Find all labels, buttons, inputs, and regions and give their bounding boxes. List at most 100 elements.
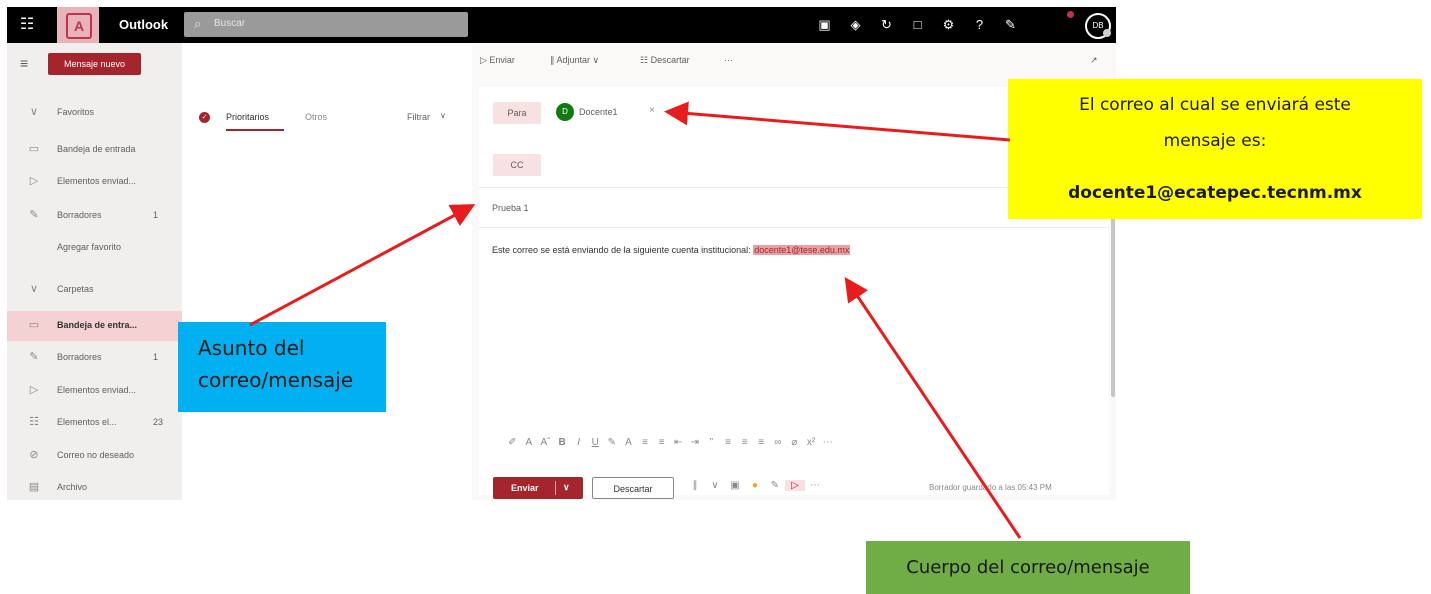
align-left-icon[interactable]: ≡ xyxy=(720,437,737,448)
app-launcher-icon[interactable]: ☷ xyxy=(17,15,37,35)
new-message-button[interactable]: Mensaje nuevo xyxy=(48,53,141,75)
toolbar-more-button[interactable]: ··· xyxy=(724,55,733,65)
toolbar-send-button[interactable]: ▷ Enviar xyxy=(480,55,515,66)
nav-junk[interactable]: ⊘ Correo no deseado xyxy=(7,441,182,471)
callout-text-line2: mensaje es: xyxy=(1163,131,1267,151)
discard-button[interactable]: Descartar xyxy=(592,477,674,499)
org-logo[interactable]: A xyxy=(57,7,99,43)
outlook-window: ☷ A Outlook ⌕ Buscar ▣ ◈ ↻ □ ⚙ ? ✎ DB ≡ … xyxy=(7,7,1116,500)
font-size-icon[interactable]: Aˆ xyxy=(537,437,554,448)
nav-label: Elementos el... xyxy=(57,417,117,427)
formatting-toolbar: ✐ A Aˆ B I U ✎ A ≡ ≡ ⇤ ⇥ ” ≡ ≡ ≡ ∞ ⌀ x² … xyxy=(504,437,836,448)
subject-callout: Asunto del correo/mensaje xyxy=(178,322,386,412)
remove-recipient-icon[interactable]: × xyxy=(649,105,655,116)
nav-sent[interactable]: ▷ Elementos enviad... xyxy=(7,376,182,406)
sync-icon[interactable]: ↻ xyxy=(871,13,902,37)
nav-fav-inbox[interactable]: ▭ Bandeja de entrada xyxy=(7,135,182,165)
folder-pane: ≡ Mensaje nuevo ∨ Favoritos ▭ Bandeja de… xyxy=(7,43,182,500)
subject-field[interactable]: Prueba 1 xyxy=(492,203,529,213)
emoji-icon[interactable]: ● xyxy=(745,480,765,491)
focused-check-icon: ✓ xyxy=(199,112,210,123)
nav-add-favorite[interactable]: Agregar favorito xyxy=(7,233,182,263)
app-name[interactable]: Outlook xyxy=(119,17,168,32)
cc-button[interactable]: CC xyxy=(493,154,541,176)
nav-folders[interactable]: ∨ Carpetas xyxy=(7,275,182,305)
bullets-icon[interactable]: ≡ xyxy=(637,437,654,448)
send-icon: ▷ xyxy=(29,175,39,187)
presence-icon xyxy=(1103,29,1111,37)
highlight-icon[interactable]: ▷ xyxy=(785,480,805,491)
nav-deleted[interactable]: ☷ Elementos el... 23 xyxy=(7,408,182,438)
chevron-down-icon[interactable]: ∨ xyxy=(705,480,725,491)
more-format-icon[interactable]: ⋯ xyxy=(819,437,836,448)
bell-icon[interactable]: □ xyxy=(902,13,933,37)
recipient-name[interactable]: Docente1 xyxy=(579,107,618,117)
tab-other[interactable]: Otros xyxy=(305,112,327,122)
nav-label: Elementos enviad... xyxy=(57,385,137,395)
divider xyxy=(555,481,556,495)
bold-icon[interactable]: B xyxy=(554,437,571,448)
quote-icon[interactable]: ” xyxy=(703,437,720,448)
recipient-callout: El correo al cual se enviará este mensaj… xyxy=(1008,79,1422,219)
nav-fav-sent[interactable]: ▷ Elementos enviad... xyxy=(7,167,182,197)
feedback-icon[interactable]: ✎ xyxy=(995,13,1026,37)
teams-icon[interactable]: ◈ xyxy=(840,13,871,37)
link-icon[interactable]: ∞ xyxy=(770,437,787,448)
nav-label: Archivo xyxy=(57,482,88,492)
compose-toolbar: ▷ Enviar ∥ Adjuntar ∨ ☷ Descartar ··· ↗ xyxy=(472,43,1116,79)
indent-icon[interactable]: ⇥ xyxy=(687,437,704,448)
underline-icon[interactable]: U xyxy=(587,437,604,448)
search-placeholder: Buscar xyxy=(214,18,246,29)
top-bar: ☷ A Outlook ⌕ Buscar ▣ ◈ ↻ □ ⚙ ? ✎ DB xyxy=(7,7,1116,43)
toolbar-discard-button[interactable]: ☷ Descartar xyxy=(640,55,690,66)
font-icon[interactable]: A xyxy=(521,437,538,448)
settings-icon[interactable]: ⚙ xyxy=(933,13,964,37)
font-color-icon[interactable]: A xyxy=(620,437,637,448)
attach-icon[interactable]: ∥ xyxy=(685,480,705,491)
nav-drafts[interactable]: ✎ Borradores 1 xyxy=(7,343,182,373)
send-label: Enviar xyxy=(511,483,539,493)
send-button[interactable]: Enviar ∨ xyxy=(493,477,583,499)
pencil-icon: ✎ xyxy=(29,209,39,221)
nav-label: Agregar favorito xyxy=(57,242,122,252)
tab-focused[interactable]: Prioritarios xyxy=(226,112,269,122)
search-box[interactable]: ⌕ Buscar xyxy=(184,12,468,37)
align-right-icon[interactable]: ≡ xyxy=(753,437,770,448)
inbox-icon: ▭ xyxy=(28,143,40,155)
message-body[interactable]: Este correo se está enviando de la sigui… xyxy=(492,245,851,255)
nav-count: 1 xyxy=(153,352,159,362)
outdent-icon[interactable]: ⇤ xyxy=(670,437,687,448)
filter-button[interactable]: Filtrar xyxy=(407,112,430,122)
nav-archive[interactable]: ▤ Archivo xyxy=(7,473,182,500)
pop-out-icon[interactable]: ↗ xyxy=(1090,55,1098,66)
nav-label: Elementos enviad... xyxy=(57,176,137,186)
chevron-down-icon: ∨ xyxy=(29,106,39,118)
to-button[interactable]: Para xyxy=(493,102,541,124)
callout-email: docente1@ecatepec.tecnm.mx xyxy=(1068,183,1362,203)
tab-focused-indicator xyxy=(226,129,284,131)
italic-icon[interactable]: I xyxy=(570,437,587,448)
nav-inbox[interactable]: ▭ Bandeja de entra... xyxy=(7,311,182,341)
numbering-icon[interactable]: ≡ xyxy=(653,437,670,448)
toolbar-discard-label: Descartar xyxy=(650,55,690,65)
more-options-icon[interactable]: ⋯ xyxy=(805,480,825,491)
help-icon[interactable]: ? xyxy=(964,13,995,37)
toolbar-send-label: Enviar xyxy=(489,55,515,65)
nav-fav-drafts[interactable]: ✎ Borradores 1 xyxy=(7,201,182,231)
image-icon[interactable]: ▣ xyxy=(725,480,745,491)
notification-badge xyxy=(1067,11,1074,18)
toolbar-attach-button[interactable]: ∥ Adjuntar ∨ xyxy=(550,55,599,66)
nav-favorites[interactable]: ∨ Favoritos xyxy=(7,98,182,128)
meet-now-icon[interactable]: ▣ xyxy=(809,13,840,37)
callout-text-line1: Asunto del xyxy=(198,336,305,360)
chevron-down-icon[interactable]: ∨ xyxy=(563,482,570,493)
hamburger-menu-icon[interactable]: ≡ xyxy=(20,55,28,71)
superscript-icon[interactable]: x² xyxy=(803,437,820,448)
unlink-icon[interactable]: ⌀ xyxy=(786,437,803,448)
chevron-down-icon: ∨ xyxy=(29,283,39,295)
align-center-icon[interactable]: ≡ xyxy=(736,437,753,448)
signature-icon[interactable]: ✎ xyxy=(765,480,785,491)
callout-text-line1: El correo al cual se enviará este xyxy=(1079,95,1351,115)
highlight-icon[interactable]: ✎ xyxy=(604,437,621,448)
format-painter-icon[interactable]: ✐ xyxy=(504,437,521,448)
